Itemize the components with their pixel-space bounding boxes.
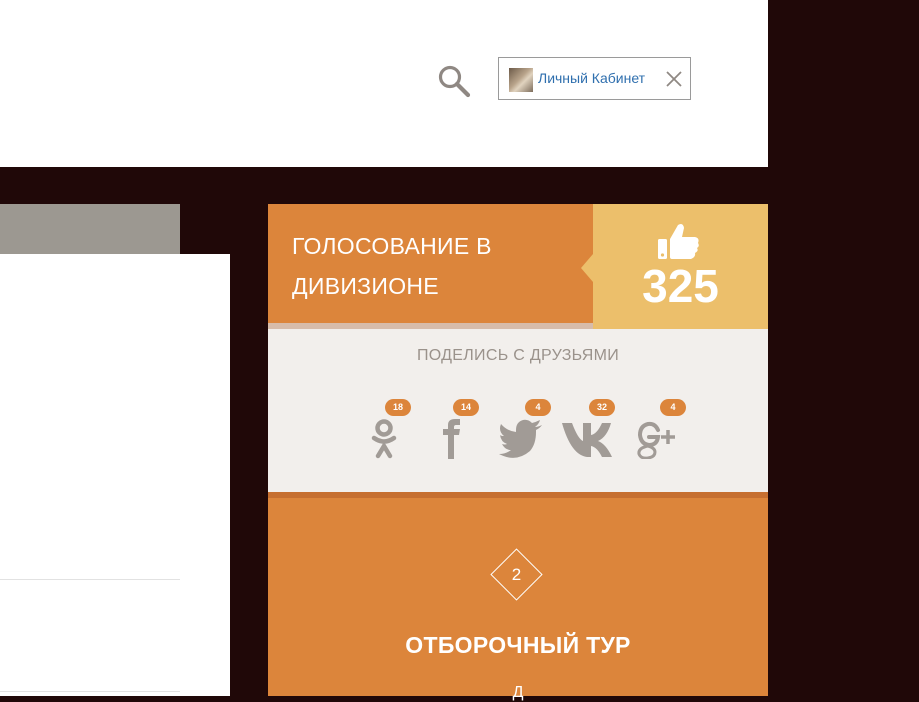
round-section: 2 ОТБОРОЧНЫЙ ТУР Д: [268, 498, 768, 701]
share-odnoklassniki-button[interactable]: 18: [368, 399, 414, 459]
round-number: 2: [511, 565, 522, 584]
account-link[interactable]: Личный Кабинет: [538, 70, 645, 86]
vote-title: ГОЛОСОВАНИЕ В ДИВИЗИОНЕ: [292, 233, 492, 299]
vote-count: 325: [642, 260, 719, 312]
avatar[interactable]: [509, 68, 533, 92]
divider: [0, 691, 180, 692]
left-panel-header: [0, 204, 180, 254]
share-count-badge: 14: [453, 399, 479, 416]
division-voting-panel: ГОЛОСОВАНИЕ В ДИВИЗИОНЕ 325 ПОДЕЛИСЬ С Д…: [268, 204, 768, 701]
vote-notch: [581, 254, 593, 282]
thumbs-up-icon: [658, 224, 699, 259]
share-twitter-button[interactable]: 4: [498, 399, 551, 459]
share-count-badge: 4: [660, 399, 686, 416]
search-icon[interactable]: [437, 64, 471, 98]
share-count-badge: 4: [525, 399, 551, 416]
share-count-badge: 32: [589, 399, 615, 416]
left-content-panel: [0, 254, 230, 696]
google-plus-icon: [637, 421, 675, 459]
vk-icon: [562, 423, 612, 457]
site-header: Личный Кабинет: [0, 0, 768, 167]
divider: [0, 579, 180, 580]
share-title: ПОДЕЛИСЬ С ДРУЗЬЯМИ: [416, 347, 620, 364]
odnoklassniki-icon: [371, 419, 397, 459]
account-widget: Личный Кабинет: [498, 57, 691, 100]
share-section: ПОДЕЛИСЬ С ДРУЗЬЯМИ 18 14 4 32 4: [268, 329, 768, 492]
round-title: ОТБОРОЧНЫЙ ТУР: [405, 632, 631, 658]
round-subtitle: Д: [512, 684, 524, 701]
vote-header: ГОЛОСОВАНИЕ В ДИВИЗИОНЕ: [268, 204, 593, 329]
share-google-plus-button[interactable]: 4: [636, 399, 686, 459]
twitter-icon: [499, 419, 542, 458]
share-vk-button[interactable]: 32: [561, 399, 615, 459]
vote-button[interactable]: 325: [581, 204, 768, 329]
share-count-badge: 18: [385, 399, 411, 416]
facebook-icon: [443, 419, 460, 459]
share-facebook-button[interactable]: 14: [438, 399, 484, 459]
close-icon[interactable]: [665, 70, 683, 88]
